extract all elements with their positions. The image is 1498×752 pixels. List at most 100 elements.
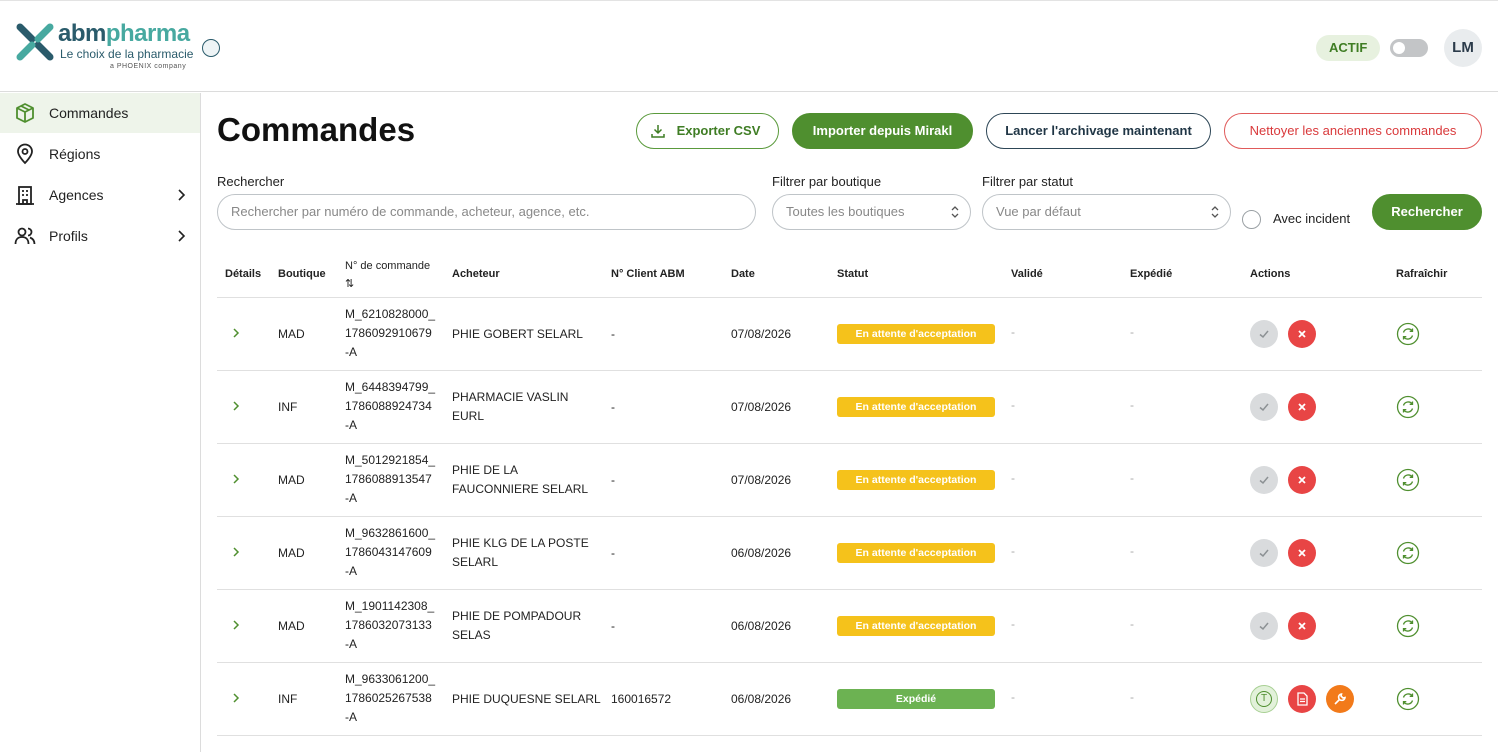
- reject-button[interactable]: [1288, 393, 1316, 421]
- refresh-button[interactable]: [1396, 687, 1420, 711]
- cell-validated: -: [1011, 325, 1015, 339]
- cell-validated: -: [1011, 690, 1015, 704]
- document-button[interactable]: [1288, 685, 1316, 713]
- order-number-line: -A: [345, 710, 357, 724]
- buyer-line: PHIE GOBERT SELARL: [452, 327, 583, 341]
- reject-button[interactable]: [1288, 612, 1316, 640]
- buyer-line: FAUCONNIERE SELARL: [452, 482, 589, 496]
- sidebar-item-commandes[interactable]: Commandes: [0, 93, 200, 133]
- cell-client-number: 160016572: [611, 692, 672, 706]
- expand-chevron-icon[interactable]: [232, 619, 240, 631]
- logo-tagline: Le choix de la pharmacie: [60, 47, 194, 61]
- buyer-line: PHIE DE LA: [452, 463, 519, 477]
- logo-seal-icon: [202, 39, 220, 57]
- status-filter-select[interactable]: Vue par défaut: [982, 194, 1231, 230]
- cell-date: 06/08/2026: [731, 546, 792, 560]
- clean-old-orders-button[interactable]: Nettoyer les anciennes commandes: [1224, 113, 1482, 149]
- refresh-icon: [1396, 395, 1420, 423]
- refresh-button[interactable]: [1396, 322, 1420, 346]
- shop-filter-label: Filtrer par boutique: [772, 174, 882, 189]
- tracking-button[interactable]: T: [1250, 685, 1278, 713]
- cell-client-number: -: [611, 400, 615, 414]
- order-number-line: M_6210828000_: [345, 307, 436, 321]
- col-header-boutique: Boutique: [278, 268, 326, 280]
- sort-icon[interactable]: ⇅: [345, 275, 430, 293]
- export-csv-button[interactable]: Exporter CSV: [636, 113, 779, 149]
- incident-radio[interactable]: [1242, 210, 1261, 229]
- cell-validated: -: [1011, 398, 1015, 412]
- sidebar-item-agences[interactable]: Agences: [0, 175, 200, 215]
- col-header-refresh: Rafraîchir: [1396, 268, 1448, 280]
- cell-buyer: PHIE KLG DE LA POSTE SELARL: [452, 534, 589, 572]
- accept-button[interactable]: [1250, 466, 1278, 494]
- cell-date: 07/08/2026: [731, 473, 792, 487]
- cell-order-number: M_6210828000_ 1786092910679 -A: [345, 305, 435, 362]
- cell-buyer: PHIE DE POMPADOUR SELAS: [452, 607, 581, 645]
- table-row: MAD M_1901142308_ 1786032073133 -A PHIE DE P…: [217, 589, 1482, 662]
- refresh-button[interactable]: [1396, 395, 1420, 419]
- refresh-icon: [1396, 614, 1420, 642]
- accept-button[interactable]: [1250, 393, 1278, 421]
- cell-client-number: -: [611, 546, 615, 560]
- order-number-line: -A: [345, 564, 357, 578]
- status-filter-value: Vue par défaut: [996, 204, 1081, 219]
- status-badge: En attente d'acceptation: [837, 543, 995, 563]
- cell-date: 07/08/2026: [731, 327, 792, 341]
- table-row: MAD M_6210828000_ 1786092910679 -A PHIE GOBE…: [217, 297, 1482, 370]
- buyer-line: PHIE DUQUESNE SELARL: [452, 692, 601, 706]
- import-mirakl-button[interactable]: Importer depuis Mirakl: [792, 113, 973, 149]
- cell-boutique: MAD: [278, 546, 305, 560]
- search-placeholder: Rechercher par numéro de commande, achet…: [231, 204, 590, 219]
- table-row: MAD M_5012921854_ 1786088913547 -A PHIE DE L…: [217, 443, 1482, 516]
- sidebar-item-profils[interactable]: Profils: [0, 216, 200, 256]
- order-number-line: M_1901142308_: [345, 599, 435, 613]
- refresh-button[interactable]: [1396, 614, 1420, 638]
- buyer-line: SELARL: [452, 555, 499, 569]
- order-number-line: 1786043147609: [345, 545, 432, 559]
- building-icon: [16, 186, 34, 205]
- user-avatar[interactable]: LM: [1444, 29, 1482, 67]
- reject-button[interactable]: [1288, 466, 1316, 494]
- expand-chevron-icon[interactable]: [232, 473, 240, 485]
- sidebar-item-regions[interactable]: Régions: [0, 134, 200, 174]
- cell-buyer: PHARMACIE VASLIN EURL: [452, 388, 568, 426]
- cell-order-number: M_5012921854_ 1786088913547 -A: [345, 451, 435, 508]
- cell-shipped: -: [1130, 544, 1134, 558]
- abm-pharma-logo[interactable]: abmpharma Le choix de la pharmacie a PHO…: [16, 21, 226, 73]
- buyer-line: EURL: [452, 409, 485, 423]
- cell-boutique: MAD: [278, 473, 305, 487]
- shop-filter-value: Toutes les boutiques: [786, 204, 905, 219]
- expand-chevron-icon[interactable]: [232, 546, 240, 558]
- sidebar: Commandes Régions Agences Profils: [0, 93, 201, 752]
- repair-button[interactable]: [1326, 685, 1354, 713]
- accept-button[interactable]: [1250, 539, 1278, 567]
- refresh-icon: [1396, 468, 1420, 496]
- search-button[interactable]: Rechercher: [1372, 194, 1482, 230]
- accept-button[interactable]: [1250, 612, 1278, 640]
- download-icon: [651, 125, 665, 138]
- col-header-buyer: Acheteur: [452, 268, 500, 280]
- cell-date: 06/08/2026: [731, 692, 792, 706]
- expand-chevron-icon[interactable]: [232, 327, 240, 339]
- cell-client-number: -: [611, 327, 615, 341]
- mode-toggle[interactable]: [1390, 39, 1428, 57]
- top-header: abmpharma Le choix de la pharmacie a PHO…: [0, 1, 1498, 92]
- refresh-button[interactable]: [1396, 541, 1420, 565]
- order-number-line: -A: [345, 418, 357, 432]
- order-number-line: 1786032073133: [345, 618, 432, 632]
- expand-chevron-icon[interactable]: [232, 400, 240, 412]
- map-pin-icon: [17, 143, 33, 165]
- sidebar-item-label: Profils: [49, 228, 88, 244]
- refresh-button[interactable]: [1396, 468, 1420, 492]
- reject-button[interactable]: [1288, 539, 1316, 567]
- expand-chevron-icon[interactable]: [232, 692, 240, 704]
- launch-archive-button[interactable]: Lancer l'archivage maintenant: [986, 113, 1211, 149]
- order-number-line: 1786025267538: [345, 691, 432, 705]
- shop-filter-select[interactable]: Toutes les boutiques: [772, 194, 971, 230]
- search-input[interactable]: Rechercher par numéro de commande, achet…: [217, 194, 756, 230]
- col-header-actions: Actions: [1250, 268, 1291, 280]
- accept-button[interactable]: [1250, 320, 1278, 348]
- reject-button[interactable]: [1288, 320, 1316, 348]
- status-badge: En attente d'acceptation: [837, 470, 995, 490]
- col-header-order-number[interactable]: N° de commande ⇅: [345, 257, 430, 293]
